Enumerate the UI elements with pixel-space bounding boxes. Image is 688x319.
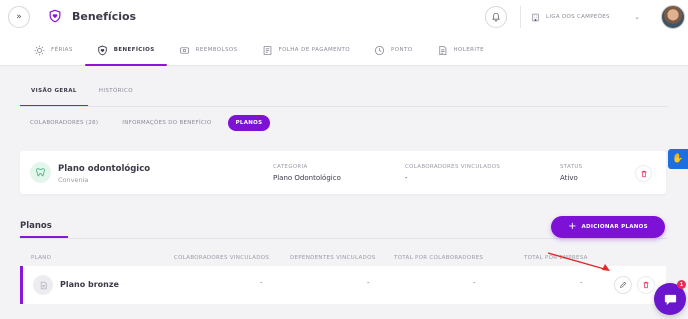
document-icon — [263, 45, 271, 55]
tooth-icon — [30, 162, 51, 183]
edit-plan-button[interactable] — [614, 276, 632, 294]
tab-ponto[interactable]: PONTO — [362, 40, 424, 60]
status-value: Ativo — [560, 174, 578, 182]
annotation-arrow — [547, 252, 610, 271]
plus-icon: + — [568, 221, 577, 232]
tab-folha-de-pagamento[interactable]: FOLHA DE PAGAMENTO — [250, 40, 363, 60]
tab-label: HOLERITE — [453, 47, 484, 53]
tab-reembolsos[interactable]: REEMBOLSOS — [167, 40, 250, 60]
file-icon — [33, 275, 53, 295]
column-header-colaboradores-vinculados: COLABORADORES VINCULADOS — [174, 255, 270, 261]
category-column: CATEGORIA Plano Odontológico — [273, 164, 341, 182]
chevron-down-icon: ⌄ — [634, 13, 640, 21]
pencil-icon — [620, 281, 627, 288]
add-plans-label: ADICIONAR PLANOS — [581, 224, 648, 230]
column-header-dependentes-vinculados: DEPENDENTES VINCULADOS — [290, 255, 376, 261]
tab-informacoes-do-beneficio[interactable]: INFORMAÇÕES DO BENEFÍCIO — [114, 115, 219, 131]
tab-holerite[interactable]: HOLERITE — [425, 40, 496, 60]
linked-collaborators-value: - — [405, 174, 408, 182]
benefit-name: Plano odontológico — [58, 164, 151, 174]
plan-name: Plano bronze — [60, 280, 119, 289]
heart-shield-icon — [49, 9, 61, 23]
tab-label: FÉRIAS — [51, 47, 73, 53]
divider — [20, 238, 668, 239]
tab-label: FOLHA DE PAGAMENTO — [278, 47, 351, 53]
tab-planos[interactable]: PLANOS — [227, 115, 271, 131]
divider — [20, 106, 668, 107]
plan-dependents-value: - — [367, 279, 370, 287]
tab-beneficios[interactable]: BENEFÍCIOS — [84, 40, 167, 66]
company-selector[interactable]: LIGA DOS CAMPEÕES ⌄ — [520, 6, 644, 28]
trash-icon — [641, 170, 646, 177]
top-bar: » Benefícios LIGA DOS CAMPEÕES ⌄ FÉRIAS — [0, 0, 688, 66]
tab-ferias[interactable]: FÉRIAS — [22, 40, 85, 60]
unread-badge: 1 — [677, 280, 686, 289]
delete-plan-button[interactable] — [637, 276, 655, 294]
chat-icon — [664, 294, 676, 305]
user-avatar[interactable] — [661, 5, 685, 29]
plan-total-company-value: - — [580, 279, 583, 287]
delete-benefit-button[interactable] — [635, 165, 652, 182]
linked-collaborators-label: COLABORADORES VINCULADOS — [405, 164, 501, 170]
company-name: LIGA DOS CAMPEÕES — [546, 14, 610, 20]
notifications-button[interactable] — [485, 6, 507, 28]
refund-icon — [179, 46, 189, 54]
tab-label: BENEFÍCIOS — [113, 47, 155, 53]
plans-section-title: Planos — [20, 221, 52, 231]
clock-icon — [375, 45, 385, 55]
expand-sidebar-button[interactable]: » — [8, 6, 30, 28]
column-header-plano: PLANO — [31, 255, 52, 261]
building-icon — [532, 13, 539, 21]
tab-label: PONTO — [391, 47, 413, 53]
category-value: Plano Odontológico — [273, 174, 341, 182]
payslip-icon — [438, 45, 446, 55]
double-chevron-right-icon: » — [16, 12, 22, 22]
add-plans-button[interactable]: + ADICIONAR PLANOS — [551, 216, 665, 238]
sun-icon — [34, 45, 45, 55]
status-column: STATUS Ativo — [560, 164, 582, 182]
page-title: Benefícios — [72, 9, 137, 23]
plan-total-collaborators-value: - — [473, 279, 476, 287]
status-label: STATUS — [560, 164, 583, 170]
sign-language-icon: ✋ — [672, 154, 684, 164]
tab-historico[interactable]: HISTÓRICO — [88, 84, 144, 98]
tab-label: REEMBOLSOS — [195, 47, 238, 53]
category-label: CATEGORIA — [273, 164, 308, 170]
linked-collaborators-column: COLABORADORES VINCULADOS - — [405, 164, 500, 182]
heart-shield-icon — [98, 45, 107, 55]
module-tabs: FÉRIAS BENEFÍCIOS REEMBOLSOS FOLHA DE PA… — [22, 40, 496, 66]
plan-collaborators-value: - — [260, 279, 263, 287]
benefit-summary-card: Plano odontológico Convenia CATEGORIA Pl… — [20, 151, 666, 194]
column-header-total-por-colaboradores: TOTAL POR COLABORADORES — [394, 255, 484, 261]
section-tabs: VISÃO GERAL HISTÓRICO — [20, 84, 144, 107]
tab-colaboradores[interactable]: COLABORADORES (28) — [22, 115, 106, 131]
page-header: Benefícios — [48, 9, 136, 23]
accessibility-translate-button[interactable]: ✋ — [668, 149, 688, 169]
bell-icon — [492, 12, 500, 22]
tab-visao-geral[interactable]: VISÃO GERAL — [20, 84, 88, 107]
benefit-provider: Convenia — [58, 176, 89, 184]
benefit-tabs: COLABORADORES (28) INFORMAÇÕES DO BENEFÍ… — [22, 115, 271, 131]
trash-icon — [643, 281, 649, 289]
